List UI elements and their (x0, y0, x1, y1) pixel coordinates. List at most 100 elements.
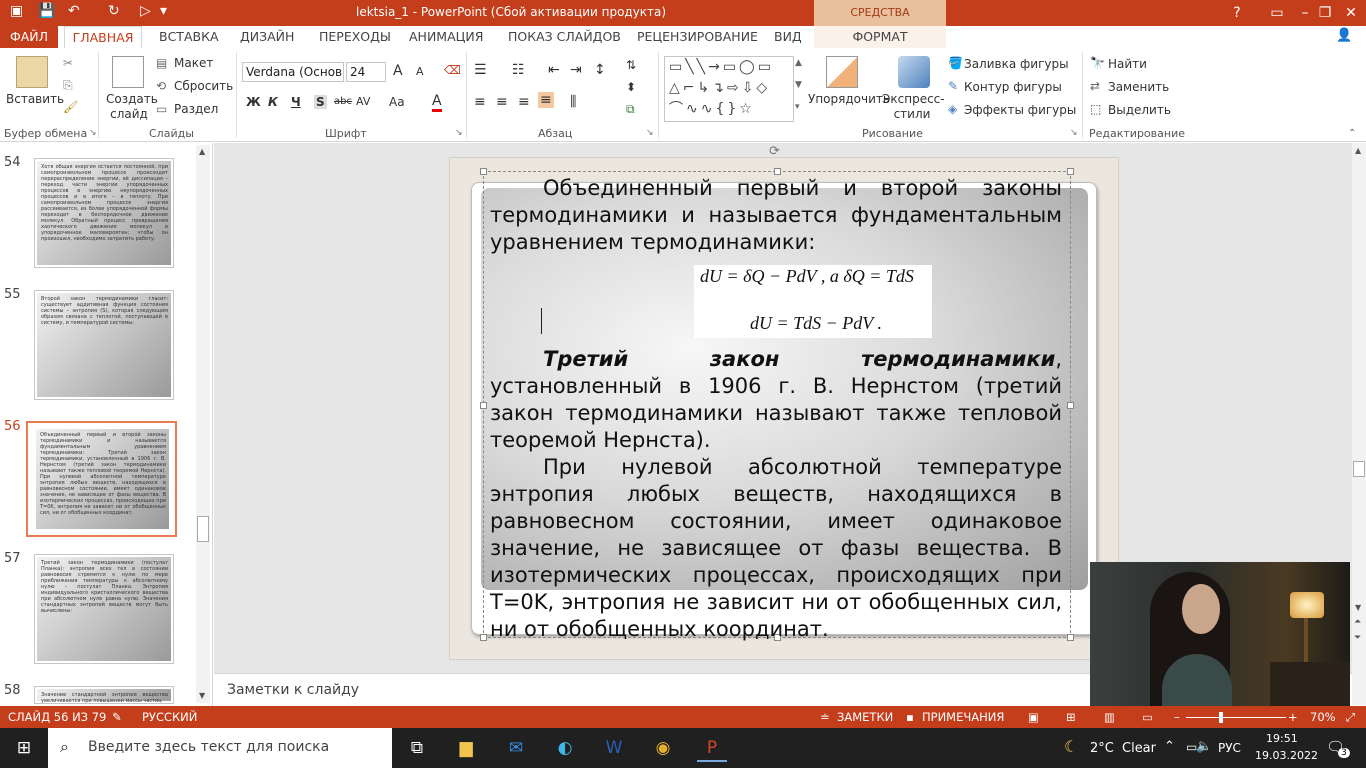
tab-view[interactable]: ВИД (772, 26, 804, 48)
task-view-icon[interactable]: ⧉ (402, 734, 432, 762)
resize-handle[interactable] (480, 634, 487, 641)
clear-formatting-icon[interactable]: ⌫ (444, 63, 461, 77)
slide-thumbnail-57[interactable]: Третий закон термодинамики (постулат Пла… (34, 554, 174, 664)
tab-file[interactable]: ФАЙЛ (0, 26, 58, 48)
scrollbar-thumb[interactable] (1353, 461, 1365, 477)
notes-placeholder[interactable]: Заметки к слайду (227, 682, 359, 698)
reset-button[interactable]: Сбросить (174, 79, 233, 93)
tab-review[interactable]: РЕЦЕНЗИРОВАНИЕ (635, 26, 760, 48)
comments-button[interactable]: ПРИМЕЧАНИЯ (922, 710, 1004, 724)
scroll-up-icon[interactable]: ▲ (199, 147, 205, 156)
spellcheck-icon[interactable]: ✎ (112, 710, 122, 724)
help-button[interactable]: ? (1222, 0, 1252, 26)
italic-button[interactable]: К (268, 95, 278, 109)
customize-qat-icon[interactable]: ▾ (160, 3, 167, 19)
numbering-icon[interactable]: ☷ (512, 62, 525, 78)
slide-sorter-icon[interactable]: ⊞ (1066, 710, 1076, 724)
justify-icon[interactable]: ≡ (538, 92, 554, 108)
arrange-icon[interactable] (826, 56, 858, 88)
align-left-icon[interactable]: ≡ (474, 94, 486, 110)
edge-icon[interactable]: ◐ (550, 734, 580, 762)
shape-fill-button[interactable]: Заливка фигуры (964, 57, 1069, 71)
rotate-handle-icon[interactable]: ⟳ (769, 144, 780, 159)
powerpoint-taskbar-icon[interactable]: P (697, 734, 727, 762)
slide-scrollbar[interactable]: ▲ ▼ ⏶ ⏷ (1352, 143, 1366, 705)
user-avatar-icon[interactable]: 👤 (1336, 28, 1352, 43)
tab-insert[interactable]: ВСТАВКА (157, 26, 221, 48)
layout-icon[interactable]: ▤ (156, 56, 167, 70)
font-size-combo[interactable]: 24 (346, 62, 386, 82)
change-case-button[interactable]: Aa (389, 95, 405, 109)
gallery-scroll-down-icon[interactable]: ▼ (795, 80, 802, 90)
bold-button[interactable]: Ж (246, 95, 261, 109)
character-spacing-button[interactable]: AV (356, 95, 370, 108)
thumbnails-scrollbar[interactable]: ▲ ▼ (196, 145, 210, 703)
slide-thumbnail-56[interactable]: Объединенный первый и второй законы терм… (26, 421, 177, 537)
text-direction-icon[interactable]: ⇅ (626, 58, 636, 72)
paste-button[interactable]: Вставить (6, 92, 64, 106)
tab-format[interactable]: ФОРМАТ (814, 26, 946, 48)
search-placeholder[interactable]: Введите здесь текст для поиска (88, 739, 329, 755)
save-icon[interactable]: 💾 (38, 3, 55, 19)
shape-effects-icon[interactable]: ◈ (948, 102, 957, 116)
word-icon[interactable]: W (599, 734, 629, 762)
select-icon[interactable]: ⬚ (1090, 102, 1101, 116)
new-slide-button[interactable]: Создать слайд (106, 92, 158, 122)
columns-icon[interactable]: ⫼ (570, 94, 576, 110)
volume-icon[interactable]: 🔈 (1196, 739, 1212, 754)
format-painter-icon[interactable]: 🖌 (63, 100, 78, 114)
keyboard-language[interactable]: РУС (1218, 741, 1241, 755)
cut-icon[interactable]: ✂ (63, 56, 73, 70)
replace-button[interactable]: Заменить (1108, 80, 1169, 94)
ribbon-display-button[interactable]: ▭ (1262, 0, 1292, 26)
font-name-combo[interactable]: Verdana (Основ (242, 62, 344, 82)
mail-icon[interactable]: ✉ (501, 734, 531, 762)
comments-icon[interactable]: ▪ (906, 710, 914, 724)
tab-animations[interactable]: АНИМАЦИЯ (407, 26, 485, 48)
resize-handle[interactable] (774, 168, 781, 175)
arrange-button[interactable]: Упорядочить (808, 92, 890, 106)
notes-toggle-icon[interactable]: ≐ (820, 710, 830, 724)
shrink-font-button[interactable]: A (416, 65, 424, 78)
scroll-down-icon[interactable]: ▼ (199, 691, 205, 700)
resize-handle[interactable] (1067, 634, 1074, 641)
weather-text[interactable]: Clear (1122, 741, 1156, 756)
reset-icon[interactable]: ⟲ (156, 79, 166, 93)
normal-view-icon[interactable]: ▣ (1028, 710, 1039, 724)
quick-styles-button[interactable]: Экспресс-стили (882, 92, 945, 122)
next-slide-icon[interactable]: ⏷ (1354, 633, 1361, 643)
section-icon[interactable]: ▭ (156, 102, 167, 116)
align-center-icon[interactable]: ≡ (496, 94, 508, 110)
clipboard-launcher-icon[interactable]: ↘ (89, 128, 97, 138)
clock-time[interactable]: 19:51 (1266, 732, 1298, 745)
shape-outline-button[interactable]: Контур фигуры (964, 80, 1062, 94)
shape-fill-icon[interactable]: 🪣 (948, 56, 963, 70)
select-button[interactable]: Выделить (1108, 103, 1171, 117)
gallery-scroll-up-icon[interactable]: ▲ (795, 58, 802, 68)
paragraph-launcher-icon[interactable]: ↘ (646, 128, 654, 138)
file-explorer-icon[interactable]: ▆ (451, 734, 481, 762)
tab-slideshow[interactable]: ПОКАЗ СЛАЙДОВ (506, 26, 623, 48)
tab-transitions[interactable]: ПЕРЕХОДЫ (317, 26, 393, 48)
font-color-button[interactable]: A (432, 93, 442, 112)
align-right-icon[interactable]: ≡ (518, 94, 530, 110)
scrollbar-thumb[interactable] (197, 516, 209, 542)
quick-styles-icon[interactable] (898, 56, 930, 88)
fit-slide-icon[interactable]: ⤢ (1346, 710, 1355, 725)
notes-toggle-button[interactable]: ЗАМЕТКИ (837, 710, 893, 724)
new-slide-icon[interactable] (112, 56, 144, 88)
shapes-gallery[interactable]: ▭╲╲→▭◯▭ △⌐↳↴⇨⇩◇ ⌒∿∿{}☆ (664, 56, 794, 122)
paste-icon[interactable] (16, 56, 48, 88)
decrease-indent-icon[interactable]: ⇤ (548, 62, 560, 78)
gallery-more-icon[interactable]: ▾ (795, 102, 800, 112)
copy-icon[interactable]: ⎘ (63, 78, 73, 93)
align-text-icon[interactable]: ⬍ (626, 80, 636, 94)
slideshow-view-icon[interactable]: ▭ (1142, 710, 1153, 724)
zoom-in-button[interactable]: + (1288, 710, 1298, 724)
section-button[interactable]: Раздел (174, 102, 218, 116)
zoom-slider-knob[interactable] (1219, 712, 1223, 723)
resize-handle[interactable] (480, 402, 487, 409)
clock-date[interactable]: 19.03.2022 (1255, 749, 1318, 762)
replace-icon[interactable]: ⇄ (1090, 79, 1100, 93)
slide-thumbnail-54[interactable]: Хотя общая энергия остается постоянной, … (34, 158, 174, 268)
